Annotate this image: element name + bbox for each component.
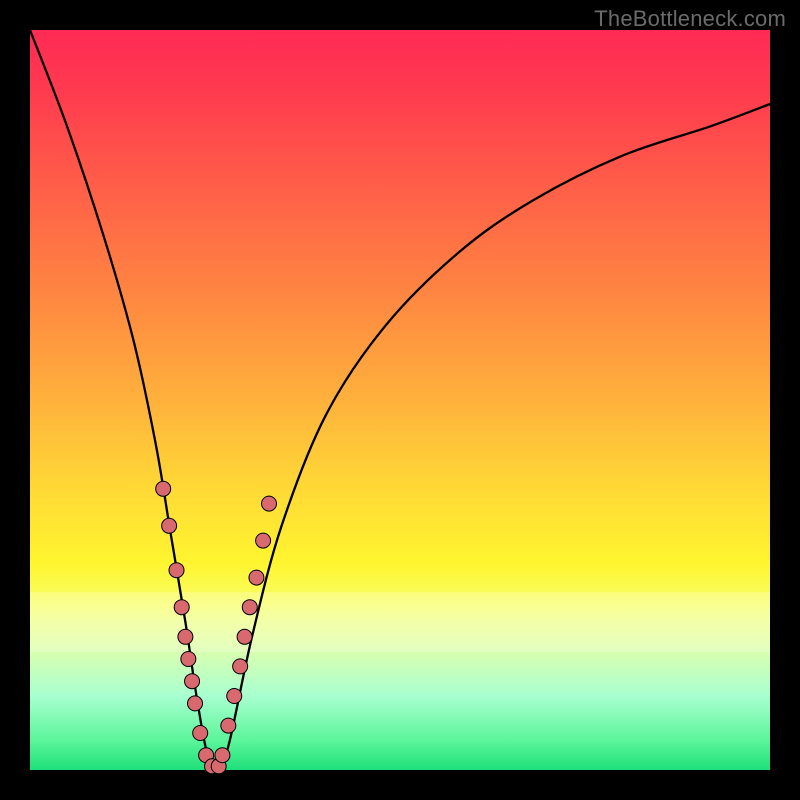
dots-group — [156, 481, 277, 774]
data-dot — [249, 570, 264, 585]
data-dot — [181, 652, 196, 667]
data-dot — [237, 629, 252, 644]
chart-frame: TheBottleneck.com — [0, 0, 800, 800]
data-dot — [178, 629, 193, 644]
data-dot — [221, 718, 236, 733]
data-dot — [256, 533, 271, 548]
data-dot — [233, 659, 248, 674]
data-dot — [262, 496, 277, 511]
data-dot — [169, 563, 184, 578]
watermark-text: TheBottleneck.com — [594, 6, 786, 32]
data-dot — [174, 600, 189, 615]
data-dot — [156, 481, 171, 496]
data-dot — [185, 674, 200, 689]
data-dot — [227, 689, 242, 704]
plot-area — [30, 30, 770, 770]
data-dot — [188, 696, 203, 711]
data-dot — [193, 726, 208, 741]
data-dot — [242, 600, 257, 615]
data-dot — [162, 518, 177, 533]
bottleneck-curve — [30, 30, 770, 771]
chart-svg — [30, 30, 770, 770]
data-dot — [215, 748, 230, 763]
